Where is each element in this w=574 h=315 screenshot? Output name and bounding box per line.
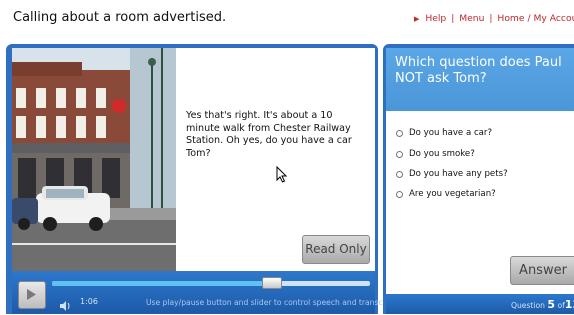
top-navigation: ▶ Help | Menu | Home / My Accoun	[414, 13, 574, 24]
nav-separator: |	[451, 13, 455, 24]
question-counter-prefix: Question	[511, 301, 545, 310]
answer-option[interactable]: Do you have a car?	[396, 128, 492, 138]
option-label: Do you smoke?	[409, 149, 475, 159]
answer-option[interactable]: Are you vegetarian?	[396, 189, 496, 199]
question-prompt: Which question does Paul NOT ask Tom?	[395, 55, 562, 86]
page-title: Calling about a room advertised.	[13, 10, 227, 25]
answer-option[interactable]: Do you smoke?	[396, 149, 475, 159]
help-link[interactable]: Help	[425, 13, 446, 24]
dialogue-text: Yes that's right. It's about a 10 minute…	[186, 110, 352, 159]
arrow-right-icon: ▶	[414, 15, 420, 23]
nav-separator: |	[489, 13, 493, 24]
playback-time: 1:06	[80, 297, 98, 306]
answer-option[interactable]: Do you have any pets?	[396, 169, 508, 179]
play-icon	[27, 289, 36, 300]
question-counter-of: of	[557, 301, 565, 310]
question-current: 5	[547, 298, 556, 311]
option-label: Do you have a car?	[409, 128, 493, 138]
option-label: Are you vegetarian?	[409, 189, 496, 199]
play-button[interactable]	[18, 281, 46, 309]
radio-button[interactable]	[396, 170, 403, 178]
question-counter: Question 5 of13	[511, 298, 574, 311]
home-link[interactable]: Home / My Accoun	[497, 13, 574, 24]
question-total: 13	[564, 298, 574, 311]
progress-fill	[52, 281, 271, 286]
menu-link[interactable]: Menu	[459, 13, 484, 24]
read-only-button[interactable]: Read Only	[302, 235, 370, 264]
street-photo	[12, 48, 176, 271]
radio-button[interactable]	[396, 129, 403, 137]
radio-button[interactable]	[396, 150, 403, 158]
progress-slider-thumb[interactable]	[262, 277, 282, 289]
answer-button[interactable]: Answer	[510, 256, 574, 285]
option-label: Do you have any pets?	[409, 169, 508, 179]
mouse-cursor-icon	[276, 165, 288, 187]
speaker-icon[interactable]	[60, 296, 72, 315]
radio-button[interactable]	[396, 190, 403, 198]
